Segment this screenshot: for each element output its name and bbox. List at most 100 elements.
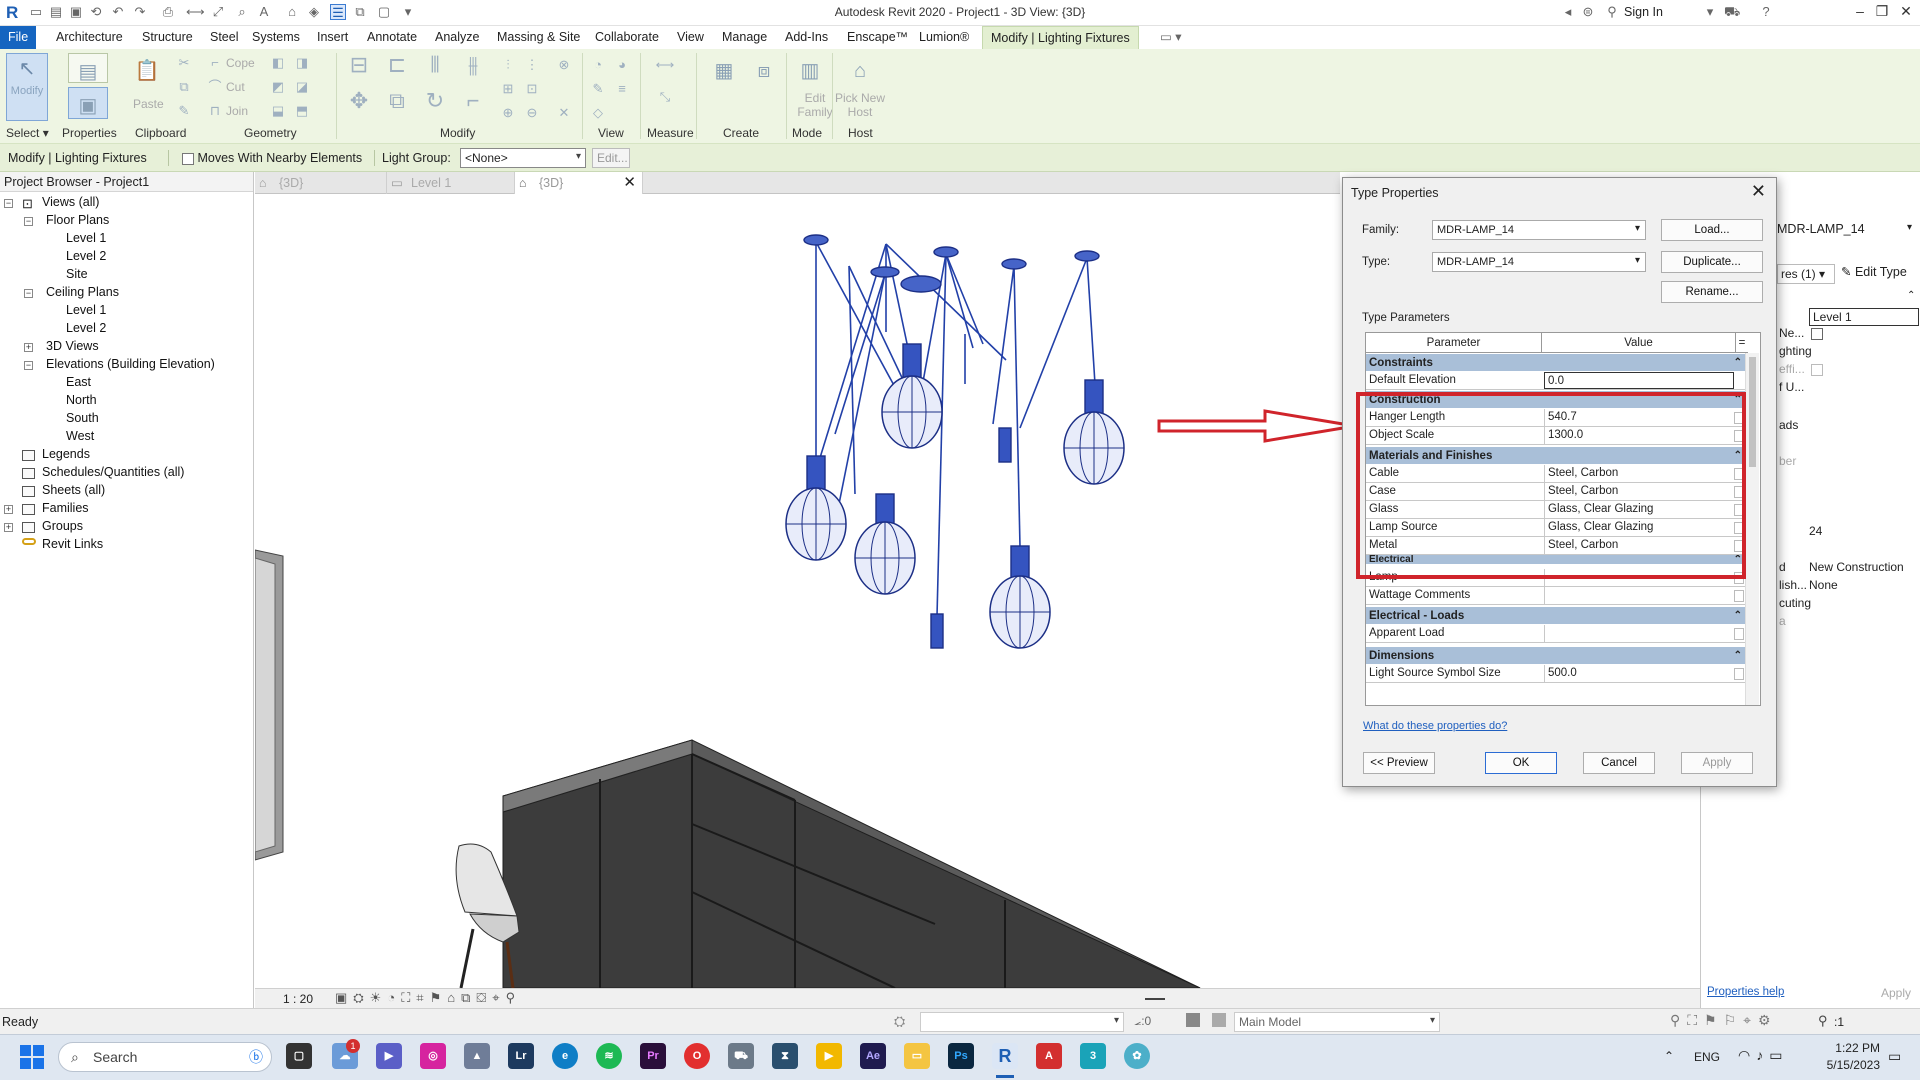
join-icon[interactable]: ⊓ [207,103,223,119]
duplicate-button[interactable]: Duplicate... [1661,251,1763,273]
user-icon[interactable]: ⚲ [1604,4,1620,20]
tree-item-floor-plans[interactable]: Floor Plans [46,213,109,227]
match-icon[interactable]: ✎ [176,103,192,119]
tab-systems[interactable]: Systems [244,26,308,49]
view-tool-5-icon[interactable]: ◇ [590,105,606,121]
trim-icon[interactable]: ⌐ [460,90,486,119]
design-options-icon[interactable] [1186,1013,1200,1027]
cut-scissors-icon[interactable]: ✂ [176,55,192,71]
tree-item-ceiling-plans[interactable]: Ceiling Plans [46,285,119,299]
edit-light-group-button[interactable]: Edit... [592,148,630,168]
tree-item-views-all[interactable]: Views (all) [42,195,99,209]
app-icon-3[interactable]: ✿ [1124,1043,1150,1069]
opera-icon[interactable]: O [684,1043,710,1069]
level-field[interactable]: Level 1 [1809,308,1919,326]
expand-icon[interactable]: + [4,505,13,514]
dimension-tool-icon[interactable]: ⤡ [650,89,680,105]
prop-checkbox[interactable] [1811,328,1823,340]
prop-checkbox[interactable] [1811,364,1823,376]
tab-structure[interactable]: Structure [134,26,201,49]
pick-new-host-icon[interactable]: ⌂ [840,53,880,91]
tab-collaborate[interactable]: Collaborate [587,26,667,49]
tree-item-groups[interactable]: Groups [42,519,83,533]
filter-icon[interactable]: ⚲ [1818,1013,1828,1029]
app-icon[interactable]: ⛟ [728,1043,754,1069]
geometry-tool-6-icon[interactable]: ⬒ [294,103,310,119]
tree-item-east[interactable]: East [66,375,91,389]
scrollbar-thumb[interactable] [1749,357,1756,467]
modify-button[interactable]: ↖ Modify [6,53,48,121]
premiere-icon[interactable]: Pr [640,1043,666,1069]
unpin-icon[interactable]: ⊖ [524,105,540,121]
tree-item-west[interactable]: West [66,429,94,443]
cart-icon[interactable]: ⛟ [1724,4,1740,20]
moves-with-nearby-checkbox[interactable]: Moves With Nearby Elements [182,151,362,165]
geometry-tool-4-icon[interactable]: ◪ [294,79,310,95]
select-group-label[interactable]: Select ▾ [6,126,49,140]
tree-item-revit-links[interactable]: Revit Links [42,537,103,551]
binoculars-icon[interactable]: ⊜ [1580,4,1596,20]
expand-icon[interactable]: + [24,343,33,352]
tree-item-schedules[interactable]: Schedules/Quantities (all) [42,465,184,479]
notifications-icon[interactable]: ▭ [1888,1048,1901,1065]
move-icon[interactable]: ✥ [346,90,372,119]
language-indicator[interactable]: ENG [1694,1050,1720,1064]
preview-button[interactable]: << Preview [1363,752,1435,774]
phase-demolished-value[interactable]: None [1809,578,1838,592]
tree-item-site[interactable]: Site [66,267,88,281]
view-tab-level-1[interactable]: ▭ Level 1 [387,172,515,194]
tab-massing-site[interactable]: Massing & Site [489,26,588,49]
type-properties-icon[interactable]: ▤ [68,53,108,83]
tree-item-north[interactable]: North [66,393,97,407]
array-icon[interactable]: ⊞ [500,81,516,97]
collapse-icon[interactable]: − [4,199,13,208]
expand-icon[interactable]: + [4,523,13,532]
light-group-select[interactable]: <None> ▾ [460,148,586,168]
ribbon-options-icon[interactable]: ▭ ▾ [1152,26,1190,49]
geometry-tool-5-icon[interactable]: ⬓ [270,103,286,119]
split-icon[interactable]: ⫶ [500,57,516,73]
tree-item-elevations[interactable]: Elevations (Building Elevation) [46,357,215,371]
tree-item-floor-level-1[interactable]: Level 1 [66,231,106,245]
tray-icons[interactable]: ◠♪▭ [1738,1047,1788,1064]
tab-insert[interactable]: Insert [309,26,356,49]
tab-enscape[interactable]: Enscape™ [839,26,916,49]
windows-start-icon[interactable] [20,1045,44,1069]
view-tool-4-icon[interactable]: ≡ [614,81,630,97]
collapse-icon[interactable]: − [24,361,33,370]
geometry-tool-2-icon[interactable]: ◨ [294,55,310,71]
taskbar-search[interactable]: ⌕ Search ⓑ [58,1042,272,1072]
delete-icon[interactable]: ⊗ [556,57,572,73]
cope-icon[interactable]: ⌐ [207,55,223,71]
editable-only-icon[interactable] [1212,1013,1226,1027]
tree-item-ceiling-level-1[interactable]: Level 1 [66,303,106,317]
param-row[interactable]: Wattage Comments [1366,587,1746,605]
apply-button[interactable]: Apply [1681,752,1753,774]
cut-label[interactable]: Cut [226,80,245,94]
type-name[interactable]: MDR-LAMP_14 [1777,222,1865,236]
column-header-value[interactable]: Value [1542,333,1736,353]
param-row[interactable]: Apparent Load [1366,625,1746,643]
media-app-icon[interactable]: ▶ [816,1043,842,1069]
view-tab-3d-active[interactable]: ⌂ {3D} ✕ [515,172,643,194]
phase-created-value[interactable]: New Construction [1809,560,1904,574]
instance-filter-select[interactable]: res (1) ▾ [1777,264,1835,284]
tree-item-families[interactable]: Families [42,501,89,515]
edge-icon[interactable]: e [552,1043,578,1069]
view-tool-2-icon[interactable]: ◕ [614,57,630,73]
pick-new-host-label[interactable]: Pick New Host [834,91,886,119]
spotify-icon[interactable]: ≋ [596,1043,622,1069]
geometry-tool-1-icon[interactable]: ◧ [270,55,286,71]
group-constraints[interactable]: Constraints ⌃ [1366,354,1746,372]
teams-icon[interactable]: ▶ [376,1043,402,1069]
3d-view-canvas[interactable] [254,194,1340,989]
cut-geometry-icon[interactable]: ⌒ [207,79,223,95]
scroll-indicator[interactable] [1145,998,1165,1000]
split-gap-icon[interactable]: ⋮ [524,57,540,73]
copy-icon[interactable]: ⧉ [176,79,192,95]
sign-in-link[interactable]: Sign In [1624,5,1663,19]
delete-x-icon[interactable]: ✕ [556,105,572,121]
tree-item-south[interactable]: South [66,411,99,425]
collapse-icon[interactable]: ⌃ [1907,290,1915,301]
edit-family-icon[interactable]: ▥ [790,53,830,91]
